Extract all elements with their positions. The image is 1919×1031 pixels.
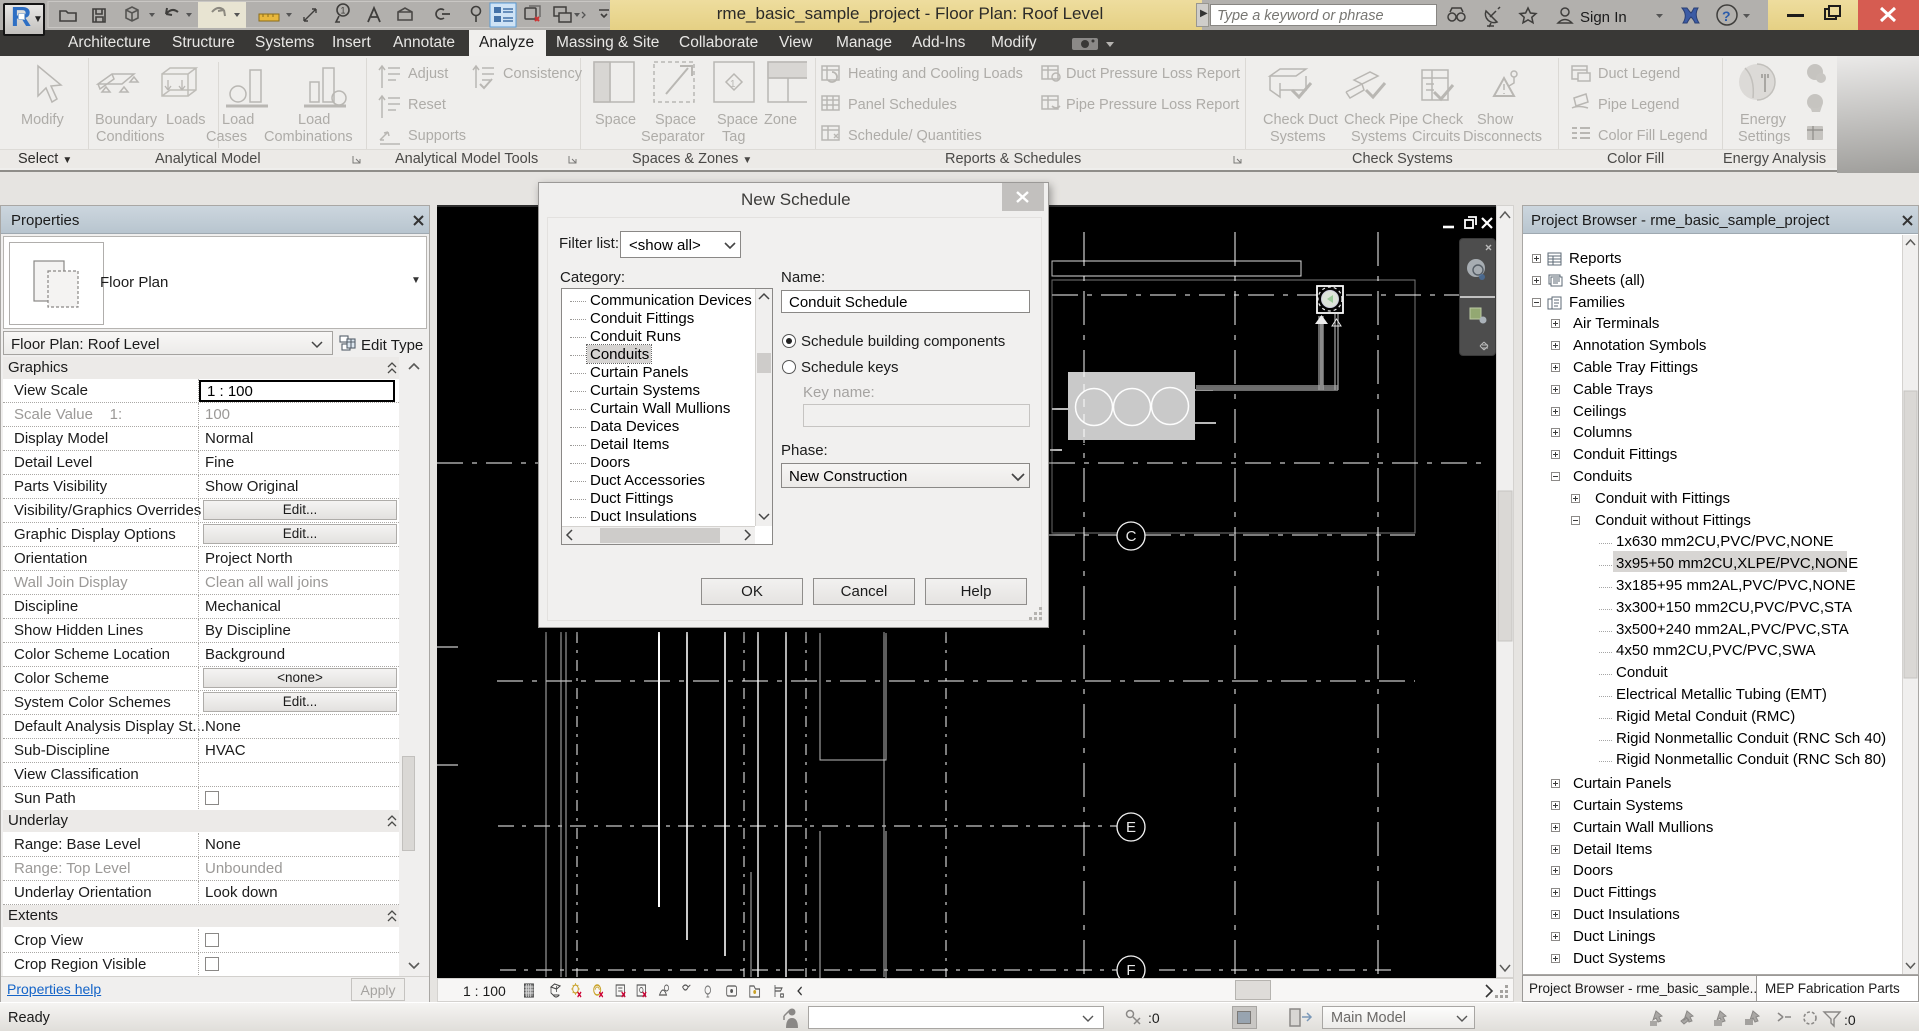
svg-text:1: 1 [730,79,736,90]
svg-text:?: ? [1722,8,1731,24]
svg-text::0: :0 [1844,1012,1856,1028]
svg-text:C: C [1126,528,1137,545]
svg-text:1: 1 [341,6,346,16]
svg-text:Sign In: Sign In [1580,9,1627,26]
svg-text:F: F [1126,962,1135,978]
svg-text:E: E [1126,819,1136,836]
